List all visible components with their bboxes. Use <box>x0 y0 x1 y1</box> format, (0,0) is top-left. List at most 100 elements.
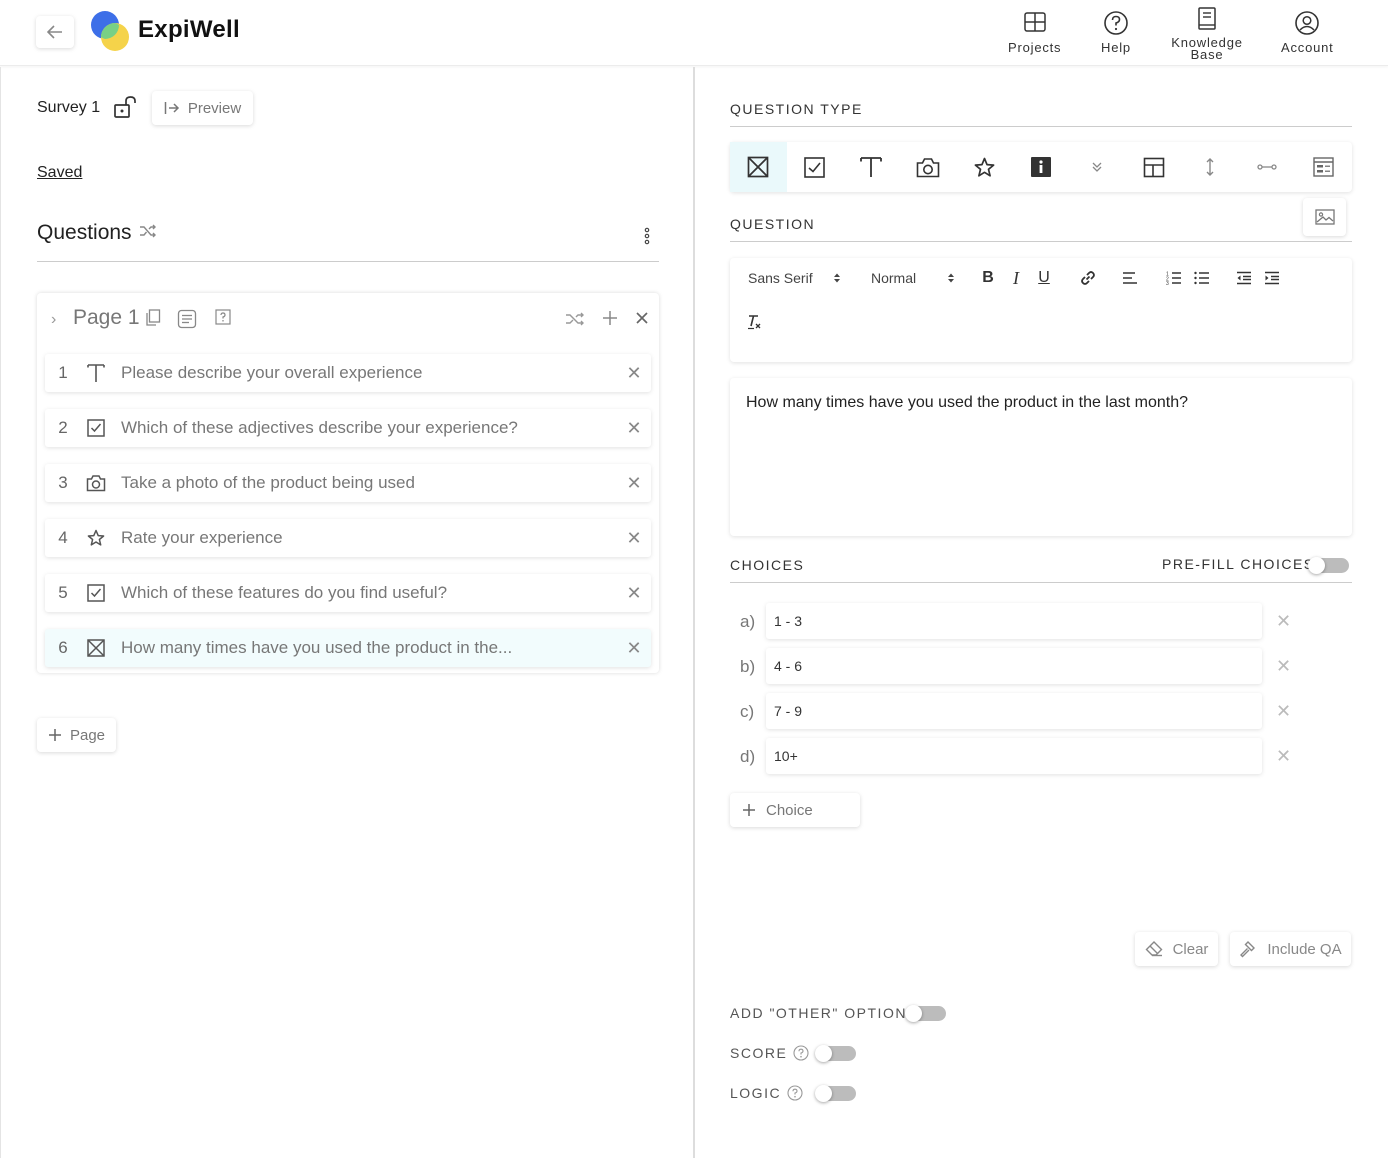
choice-letter: b) <box>740 657 756 676</box>
italic-button[interactable]: I <box>1004 268 1028 288</box>
outdent-button[interactable] <box>1232 268 1256 288</box>
delete-question-icon[interactable]: ✕ <box>617 638 651 659</box>
choice-input[interactable]: 1 - 3 <box>766 603 1262 639</box>
saved-status[interactable]: Saved <box>37 164 82 182</box>
choice-input[interactable]: 4 - 6 <box>766 648 1262 684</box>
type-info[interactable] <box>1013 142 1070 192</box>
clear-button[interactable]: Clear <box>1135 932 1218 966</box>
question-text: Which of these adjectives describe your … <box>121 418 518 437</box>
delete-choice-icon[interactable]: ✕ <box>1276 746 1291 767</box>
type-matrix[interactable] <box>1126 142 1183 192</box>
font-size-select[interactable]: Normal <box>871 270 955 286</box>
nav-account[interactable]: Account <box>1281 10 1334 54</box>
delete-question-icon[interactable]: ✕ <box>617 363 651 384</box>
survey-title[interactable]: Survey 1 <box>37 99 100 117</box>
nav-projects[interactable]: Projects <box>1008 10 1061 54</box>
ordered-list-icon: 123 <box>1166 272 1181 285</box>
page-shuffle-icon[interactable] <box>565 311 585 327</box>
help-circle-icon[interactable] <box>793 1045 809 1061</box>
question-row[interactable]: 4 Rate your experience ✕ <box>45 519 651 557</box>
account-circle-icon <box>1295 11 1320 35</box>
bullet-list-button[interactable] <box>1190 268 1214 288</box>
svg-text:3: 3 <box>1166 281 1169 285</box>
type-vertical-slider[interactable] <box>1182 142 1239 192</box>
chevron-right-icon[interactable]: › <box>51 311 56 329</box>
clear-label: Clear <box>1172 940 1209 958</box>
help-circle-icon[interactable] <box>787 1085 803 1101</box>
outdent-icon <box>1237 271 1251 285</box>
underline-button[interactable]: U <box>1032 268 1056 288</box>
type-single-choice[interactable] <box>730 142 787 192</box>
logic-toggle[interactable] <box>815 1085 856 1102</box>
camera-icon <box>81 474 111 492</box>
choice-input[interactable]: 7 - 9 <box>766 693 1262 729</box>
back-button[interactable] <box>36 16 74 48</box>
clear-format-button[interactable] <box>742 312 766 332</box>
add-image-button[interactable] <box>1303 198 1346 236</box>
question-row[interactable]: 3 Take a photo of the product being used… <box>45 464 651 502</box>
page-help-icon[interactable] <box>215 309 231 325</box>
preview-button[interactable]: Preview <box>152 91 253 125</box>
delete-question-icon[interactable]: ✕ <box>617 473 651 494</box>
prefill-choices-toggle[interactable] <box>1308 557 1349 574</box>
choice-letter: d) <box>740 747 756 766</box>
question-number: 1 <box>58 363 68 382</box>
nav-projects-label: Projects <box>1008 40 1062 55</box>
nav-knowledge-base[interactable]: Knowledge Base <box>1170 6 1244 61</box>
question-row[interactable]: 1 Please describe your overall experienc… <box>45 354 651 392</box>
type-form[interactable] <box>1295 142 1352 192</box>
type-photo[interactable] <box>900 142 957 192</box>
type-horizontal-slider[interactable] <box>1239 142 1296 192</box>
delete-choice-icon[interactable]: ✕ <box>1276 701 1291 722</box>
add-choice-button[interactable]: Choice <box>730 793 860 827</box>
question-row[interactable]: 5 Which of these features do you find us… <box>45 574 651 612</box>
page-description-icon[interactable] <box>177 309 197 329</box>
choice-input[interactable]: 10+ <box>766 738 1262 774</box>
type-multiple-choice[interactable] <box>787 142 844 192</box>
question-number: 5 <box>58 583 68 602</box>
type-rating[interactable] <box>956 142 1013 192</box>
type-text[interactable] <box>843 142 900 192</box>
panel-divider <box>693 67 695 1158</box>
single-choice-icon <box>747 156 769 178</box>
more-options-icon[interactable] <box>643 227 651 245</box>
question-text: Take a photo of the product being used <box>121 473 415 492</box>
link-icon <box>1081 271 1095 285</box>
bold-button[interactable]: B <box>976 268 1000 288</box>
text-icon <box>860 157 883 177</box>
delete-question-icon[interactable]: ✕ <box>617 528 651 549</box>
app-header: ExpiWell Projects Help Knowledge Base Ac… <box>0 0 1388 66</box>
score-toggle[interactable] <box>815 1045 856 1062</box>
font-family-select[interactable]: Sans Serif <box>748 270 841 286</box>
nav-help[interactable]: Help <box>1101 10 1131 54</box>
other-option-label: ADD "OTHER" OPTION <box>730 1005 907 1021</box>
add-question-icon[interactable] <box>602 310 618 326</box>
question-text-editor[interactable]: How many times have you used the product… <box>730 378 1352 536</box>
delete-question-icon[interactable]: ✕ <box>617 583 651 604</box>
question-text: Rate your experience <box>121 528 283 547</box>
indent-icon <box>1265 271 1279 285</box>
type-dropdown[interactable] <box>1069 142 1126 192</box>
select-arrows-icon <box>833 273 840 283</box>
delete-choice-icon[interactable]: ✕ <box>1276 611 1291 632</box>
unlock-icon[interactable] <box>113 95 139 119</box>
include-qa-button[interactable]: Include QA <box>1230 932 1351 966</box>
ordered-list-button[interactable]: 123 <box>1162 268 1186 288</box>
align-button[interactable] <box>1118 268 1142 288</box>
close-page-icon[interactable] <box>636 312 648 324</box>
page-title[interactable]: Page 1 <box>73 306 140 330</box>
question-row-selected[interactable]: 6 How many times have you used the produ… <box>45 629 651 667</box>
delete-choice-icon[interactable]: ✕ <box>1276 656 1291 677</box>
single-choice-icon <box>81 639 111 657</box>
other-option-toggle[interactable] <box>905 1005 946 1022</box>
shuffle-icon[interactable] <box>139 223 157 239</box>
indent-button[interactable] <box>1260 268 1284 288</box>
delete-question-icon[interactable]: ✕ <box>617 418 651 439</box>
font-family-value: Sans Serif <box>748 270 813 286</box>
choice-letter: c) <box>740 702 755 721</box>
add-page-button[interactable]: Page <box>37 718 116 752</box>
copy-icon[interactable] <box>145 309 161 327</box>
rich-text-toolbar: Sans Serif Normal B I U 123 <box>730 258 1352 362</box>
link-button[interactable] <box>1076 268 1100 288</box>
question-row[interactable]: 2 Which of these adjectives describe you… <box>45 409 651 447</box>
